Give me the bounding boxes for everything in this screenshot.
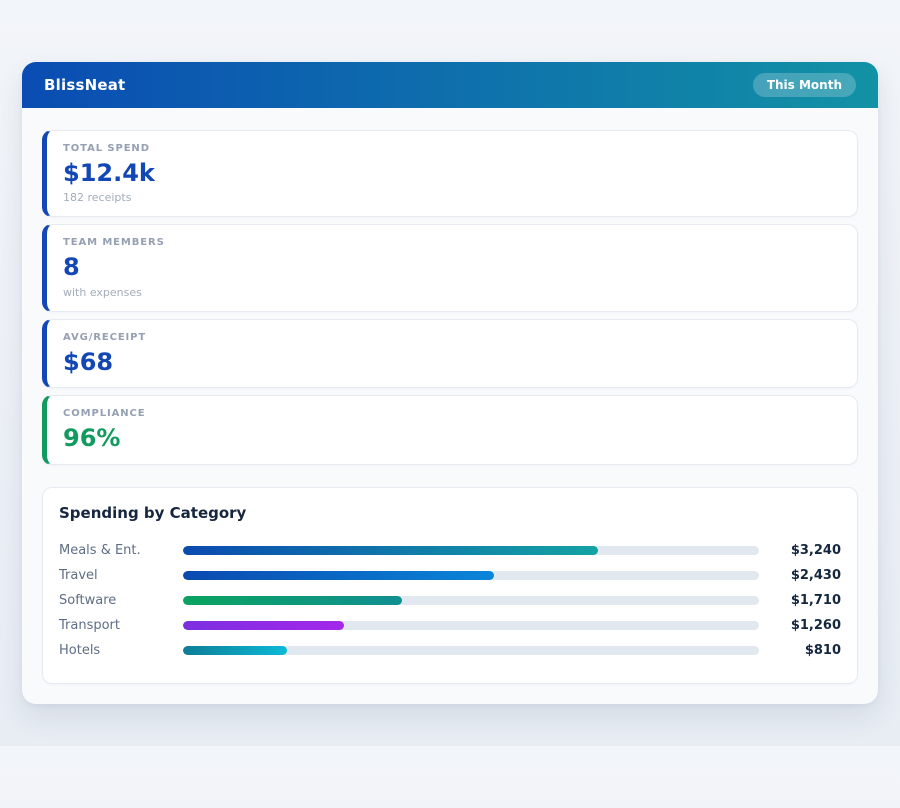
category-value: $3,240 (771, 543, 841, 558)
app-title: BlissNeat (44, 76, 125, 94)
stat-card-2: AVG/RECEIPT $68 (42, 319, 858, 388)
bar-track (183, 571, 759, 580)
bar-track (183, 596, 759, 605)
stat-value: $68 (63, 349, 841, 375)
section-title: Spending by Category (59, 504, 841, 522)
dashboard-content: TOTAL SPEND $12.4k 182 receipts TEAM MEM… (22, 108, 878, 704)
stat-card-1: TEAM MEMBERS 8 with expenses (42, 224, 858, 311)
stat-label: TEAM MEMBERS (63, 237, 841, 248)
bar-fill-2 (183, 596, 402, 605)
bar-fill-0 (183, 546, 598, 555)
category-value: $1,260 (771, 618, 841, 633)
bar-track (183, 646, 759, 655)
category-label: Hotels (59, 643, 171, 658)
bar-track (183, 546, 759, 555)
category-label: Transport (59, 618, 171, 633)
category-label: Software (59, 593, 171, 608)
bar-fill-3 (183, 621, 344, 630)
stat-label: TOTAL SPEND (63, 143, 841, 154)
stat-subtext: 182 receipts (63, 191, 841, 204)
category-label: Meals & Ent. (59, 543, 171, 558)
stat-subtext: with expenses (63, 286, 841, 299)
category-row: Software $1,710 (59, 588, 841, 613)
category-row: Meals & Ent. $3,240 (59, 538, 841, 563)
app-header: BlissNeat This Month (22, 62, 878, 108)
stat-card-0: TOTAL SPEND $12.4k 182 receipts (42, 130, 858, 217)
stat-label: COMPLIANCE (63, 408, 841, 419)
dashboard-panel: BlissNeat This Month TOTAL SPEND $12.4k … (22, 62, 878, 704)
category-value: $810 (771, 643, 841, 658)
stat-value: $12.4k (63, 160, 841, 186)
stat-card-3: COMPLIANCE 96% (42, 395, 858, 464)
period-badge[interactable]: This Month (753, 73, 856, 97)
stat-label: AVG/RECEIPT (63, 332, 841, 343)
bar-track (183, 621, 759, 630)
category-row: Hotels $810 (59, 638, 841, 663)
category-label: Travel (59, 568, 171, 583)
category-value: $1,710 (771, 593, 841, 608)
bar-fill-1 (183, 571, 494, 580)
category-row: Transport $1,260 (59, 613, 841, 638)
spending-by-category-card: Spending by Category Meals & Ent. $3,240… (42, 487, 858, 684)
stat-value: 96% (63, 425, 841, 451)
bar-fill-4 (183, 646, 287, 655)
category-value: $2,430 (771, 568, 841, 583)
category-row: Travel $2,430 (59, 563, 841, 588)
stat-value: 8 (63, 254, 841, 280)
